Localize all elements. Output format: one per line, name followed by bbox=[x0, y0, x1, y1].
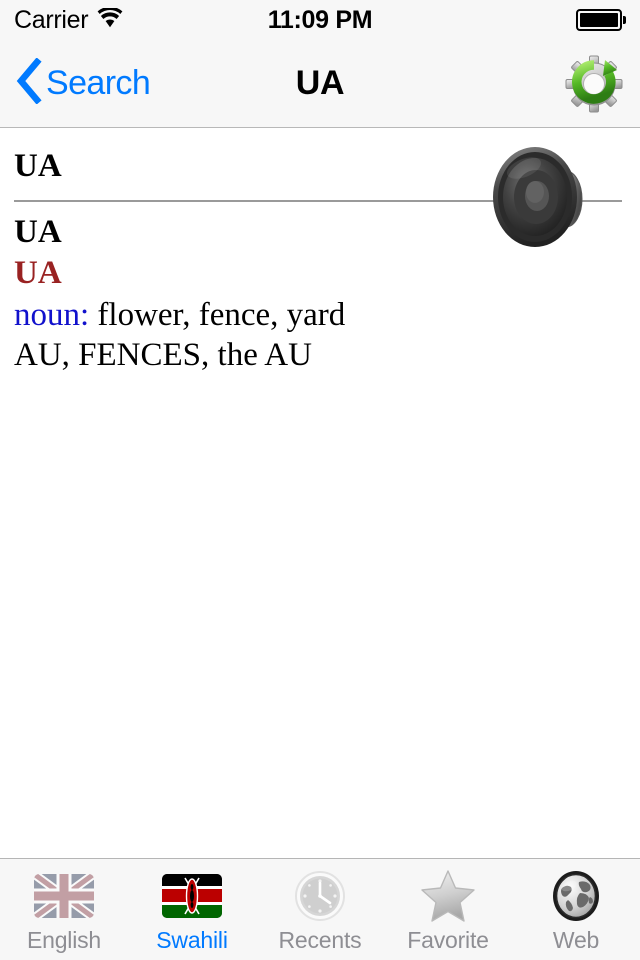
tab-label-recents: Recents bbox=[278, 927, 362, 953]
clock-icon bbox=[289, 869, 351, 923]
translations-line: AU, FENCES, the AU bbox=[14, 337, 312, 373]
definition-content: UA UA UA noun: flower, fence, yard AU, F… bbox=[0, 128, 640, 858]
kenya-flag-icon bbox=[161, 869, 223, 923]
gear-refresh-icon[interactable] bbox=[562, 52, 626, 116]
wifi-icon bbox=[97, 6, 123, 33]
tab-bar: English Swahili Recents Favorite Web bbox=[0, 858, 640, 960]
back-button[interactable]: Search bbox=[14, 57, 151, 109]
navigation-bar: Search UA bbox=[0, 40, 640, 128]
tab-web[interactable]: Web bbox=[512, 859, 640, 960]
tab-label-web: Web bbox=[552, 927, 600, 953]
tab-recents[interactable]: Recents bbox=[256, 859, 384, 960]
back-button-label: Search bbox=[46, 64, 151, 102]
tab-label-english: English bbox=[26, 927, 102, 953]
sense-line: noun: flower, fence, yard bbox=[14, 295, 626, 335]
app-screen: Carrier 11:09 PM Search UA UA UA UA noun… bbox=[0, 0, 640, 960]
definitions-text: flower, fence, yard bbox=[89, 296, 346, 333]
tab-swahili[interactable]: Swahili bbox=[128, 859, 256, 960]
term-alt: UA bbox=[14, 254, 62, 291]
tab-favorite[interactable]: Favorite bbox=[384, 859, 512, 960]
chevron-left-icon bbox=[14, 57, 42, 109]
star-icon bbox=[417, 869, 479, 923]
status-bar-left: Carrier bbox=[14, 6, 123, 35]
tab-label-favorite: Favorite bbox=[407, 927, 489, 953]
battery-full-icon bbox=[575, 9, 626, 31]
tab-label-swahili: Swahili bbox=[156, 927, 228, 953]
tab-english[interactable]: English bbox=[0, 859, 128, 960]
globe-icon bbox=[545, 869, 607, 923]
status-bar: Carrier 11:09 PM bbox=[0, 0, 640, 40]
uk-flag-icon bbox=[33, 869, 95, 923]
carrier-label: Carrier bbox=[14, 5, 89, 34]
speaker-icon[interactable] bbox=[490, 142, 594, 252]
part-of-speech-label: noun: bbox=[14, 296, 90, 333]
